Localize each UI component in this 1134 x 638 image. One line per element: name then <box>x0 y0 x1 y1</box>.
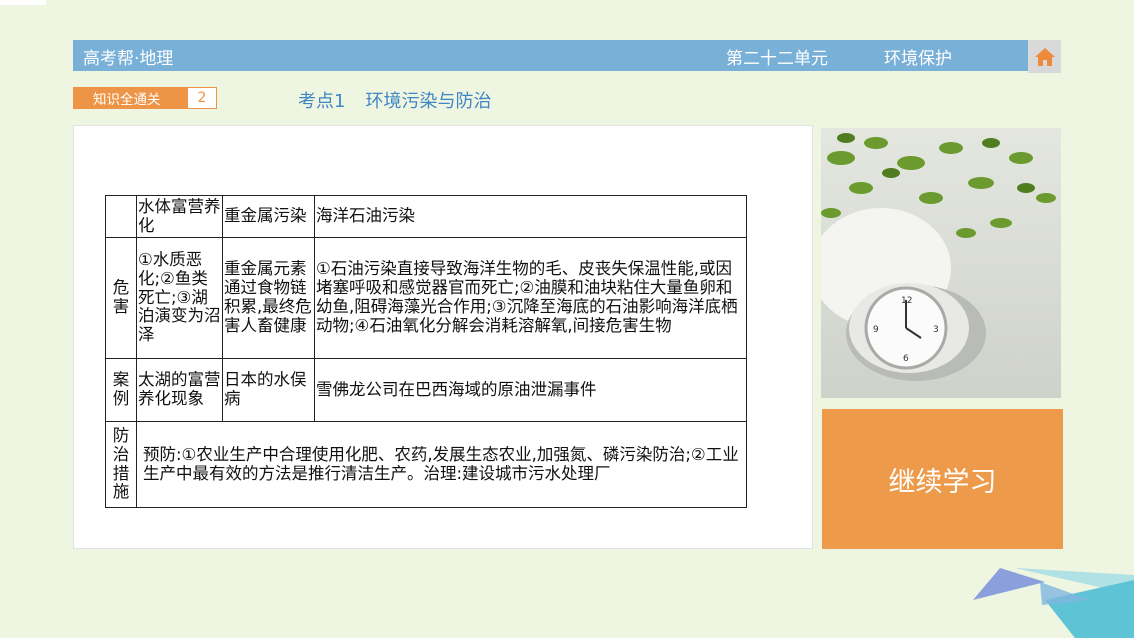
table-row: 危害 ①水质恶化;②鱼类死亡;③湖泊演变为沼泽 重金属元素通过食物链积累,最终危… <box>105 237 747 359</box>
continue-learning-button[interactable]: 继续学习 <box>822 409 1063 549</box>
svg-text:9: 9 <box>873 325 879 335</box>
content-panel: 水体富营养化 重金属污染 海洋石油污染 危害 ①水质恶化;②鱼类死亡;③湖泊演变… <box>73 125 813 549</box>
row-header: 危害 <box>105 237 137 359</box>
table-cell: ①水质恶化;②鱼类死亡;③湖泊演变为沼泽 <box>136 237 223 359</box>
corner-cell <box>105 195 137 238</box>
section-number: 2 <box>187 87 217 109</box>
row-header: 案例 <box>105 358 137 422</box>
point-number: 考点1 <box>298 91 346 112</box>
table-row: 防治措施 预防:①农业生产中合理使用化肥、农药,发展生态农业,加强氮、磷污染防治… <box>105 421 747 508</box>
topic-label: 环境保护 <box>884 49 952 69</box>
row-header: 防治措施 <box>105 421 137 508</box>
table-header-row: 水体富营养化 重金属污染 海洋石油污染 <box>105 195 747 238</box>
unit-label: 第二十二单元 <box>726 49 828 69</box>
pollution-table: 水体富营养化 重金属污染 海洋石油污染 危害 ①水质恶化;②鱼类死亡;③湖泊演变… <box>105 195 747 508</box>
point-title: 考点1 环境污染与防治 <box>298 87 491 113</box>
column-header: 水体富营养化 <box>136 195 223 238</box>
svg-text:6: 6 <box>903 354 909 364</box>
home-icon <box>1034 47 1055 66</box>
table-row: 案例 太湖的富营养化现象 日本的水俣病 雪佛龙公司在巴西海域的原油泄漏事件 <box>105 358 747 422</box>
column-header: 重金属污染 <box>222 195 315 238</box>
column-header: 海洋石油污染 <box>314 195 747 238</box>
table-cell: 重金属元素通过食物链积累,最终危害人畜健康 <box>222 237 315 359</box>
decorative-photo: 12 3 6 9 <box>821 128 1061 398</box>
header-bar: 高考帮·地理 第二十二单元 环境保护 <box>73 40 1028 71</box>
table-cell: 日本的水俣病 <box>222 358 315 422</box>
point-name: 环境污染与防治 <box>365 91 492 112</box>
svg-text:3: 3 <box>933 325 939 335</box>
home-button[interactable] <box>1028 40 1061 73</box>
corner-tab <box>0 0 46 5</box>
table-cell: 雪佛龙公司在巴西海域的原油泄漏事件 <box>314 358 747 422</box>
subject-title: 高考帮·地理 <box>83 49 174 69</box>
svg-text:12: 12 <box>901 296 912 306</box>
table-cell: ①石油污染直接导致海洋生物的毛、皮丧失保温性能,或因堵塞呼吸和感觉器官而死亡;②… <box>314 237 747 359</box>
decorative-triangles <box>973 568 1134 638</box>
table-cell: 太湖的富营养化现象 <box>136 358 223 422</box>
clock-plant-image: 12 3 6 9 <box>821 128 1061 398</box>
measures-cell: 预防:①农业生产中合理使用化肥、农药,发展生态农业,加强氮、磷污染防治;②工业生… <box>136 421 747 508</box>
section-tag: 知识全通关 2 <box>73 87 217 109</box>
section-label: 知识全通关 <box>73 87 187 109</box>
